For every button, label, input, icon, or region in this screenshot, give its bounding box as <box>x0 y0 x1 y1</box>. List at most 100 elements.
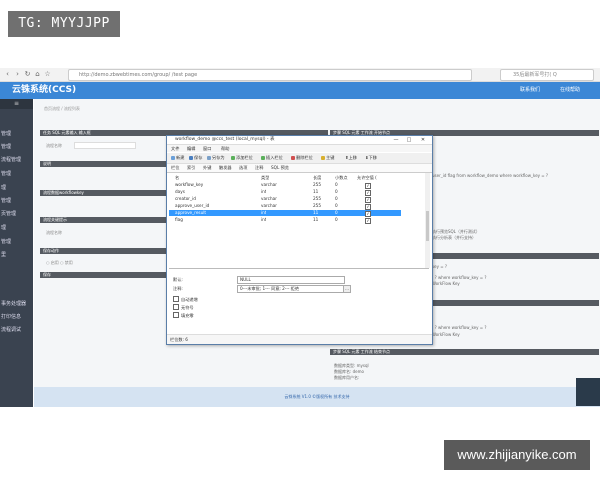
scroll-thumb[interactable] <box>426 211 429 241</box>
cell-type[interactable]: varchar <box>261 203 277 209</box>
maximize-icon[interactable]: □ <box>404 136 414 144</box>
cell-length[interactable]: 255 <box>313 182 321 188</box>
browser-search[interactable]: 35后最新军号打( Q <box>500 69 594 81</box>
table-row[interactable]: approve_result int 11 0 ✓ <box>169 210 401 217</box>
cell-type[interactable]: varchar <box>261 182 277 188</box>
move-up-button[interactable]: ⬆上移 <box>345 153 357 163</box>
cell-name[interactable]: approve_result <box>175 210 206 216</box>
cell-name[interactable]: days <box>175 189 185 195</box>
cell-length[interactable]: 11 <box>313 189 318 195</box>
menu-help[interactable]: 帮助 <box>221 145 229 152</box>
url-text: http://demo.zbwebtimes.com/group/ /test … <box>79 72 198 78</box>
column-header: 名 <box>175 175 180 180</box>
default-input[interactable]: NULL <box>237 276 345 284</box>
sidebar-item[interactable]: 里 <box>0 250 34 261</box>
cell-length[interactable]: 11 <box>313 210 318 216</box>
grid-scrollbar[interactable] <box>425 173 430 268</box>
sidebar-item[interactable]: 流程调试 <box>0 325 34 336</box>
comment-input[interactable]: 0---未审批; 1--- 同意; 2--- 拒绝 <box>237 285 345 293</box>
cell-type[interactable]: int <box>261 189 266 195</box>
home-icon[interactable]: ⌂ <box>33 70 42 79</box>
watermark-top: TG: MYYJJPP <box>8 11 120 37</box>
tab-sql-preview[interactable]: SQL 预览 <box>271 164 289 172</box>
add-field-button[interactable]: 添加栏位 <box>231 153 253 163</box>
menu-file[interactable]: 文件 <box>171 145 179 152</box>
save-as-button[interactable]: 另存为 <box>207 153 225 163</box>
close-icon[interactable]: ✕ <box>418 136 428 144</box>
sidebar-item[interactable]: 页管理 <box>0 209 34 220</box>
star-icon[interactable]: ☆ <box>43 70 52 79</box>
checkbox[interactable] <box>173 312 179 318</box>
cell-name[interactable]: creator_id <box>175 196 196 202</box>
table-row[interactable]: flag int 11 0 ✓ <box>169 217 401 224</box>
cell-length[interactable]: 255 <box>313 203 321 209</box>
sidebar-item[interactable]: 打印信息 <box>0 312 34 323</box>
cell-type[interactable]: varchar <box>261 196 277 202</box>
primary-key-button[interactable]: 主键 <box>321 153 334 163</box>
watermark-bottom: www.zhijianyike.com <box>444 440 590 470</box>
save-button[interactable]: 保存 <box>189 153 202 163</box>
cell-name[interactable]: approve_user_id <box>175 203 209 209</box>
reload-icon[interactable]: ↻ <box>23 70 32 79</box>
table-row[interactable]: workflow_key varchar 255 0 ✓ <box>169 182 401 189</box>
sidebar-item[interactable]: 理 <box>0 183 34 194</box>
sidebar-item[interactable]: 管理 <box>0 237 34 248</box>
tab-foreign-keys[interactable]: 外键 <box>203 164 211 172</box>
cell-decimals[interactable]: 0 <box>335 210 338 216</box>
new-button[interactable]: 新建 <box>171 153 184 163</box>
contact-link[interactable]: 联系我们 <box>520 82 540 99</box>
tab-options[interactable]: 选项 <box>239 164 247 172</box>
tab-triggers[interactable]: 触发器 <box>219 164 232 172</box>
dialog-titlebar[interactable]: workflow_demo @ccs_test (local_mysql) - … <box>167 136 432 145</box>
cell-decimals[interactable]: 0 <box>335 182 338 188</box>
move-down-button[interactable]: ⬇下移 <box>365 153 377 163</box>
cell-type[interactable]: int <box>261 210 266 216</box>
tab-comment[interactable]: 注释 <box>255 164 263 172</box>
delete-field-button[interactable]: 删除栏位 <box>291 153 313 163</box>
back-icon[interactable]: ‹ <box>3 70 12 79</box>
menu-window[interactable]: 窗口 <box>203 145 211 152</box>
cell-name[interactable]: flag <box>175 217 183 223</box>
sidebar-item[interactable]: 理 <box>0 223 34 234</box>
section-divider <box>432 300 599 306</box>
table-row[interactable]: days int 11 0 ✓ <box>169 189 401 196</box>
cell-decimals[interactable]: 0 <box>335 217 338 223</box>
minimize-icon[interactable]: — <box>391 136 401 144</box>
sidebar-item[interactable]: 事务处理器 <box>0 299 34 310</box>
checkbox-unsigned[interactable]: 无符号 <box>173 303 194 311</box>
checkbox[interactable] <box>173 296 179 302</box>
cell-decimals[interactable]: 0 <box>335 203 338 209</box>
checkbox[interactable] <box>173 304 179 310</box>
tab-fields[interactable]: 栏位 <box>171 164 179 172</box>
cell-length[interactable]: 11 <box>313 217 318 223</box>
sidebar-item[interactable]: 流程管理 <box>0 155 34 166</box>
cell-type[interactable]: int <box>261 217 266 223</box>
sidebar-toggle-icon[interactable]: ≡ <box>0 99 33 109</box>
divider <box>169 268 429 269</box>
sql-line: WorkFlow Key <box>432 281 460 286</box>
nullable-checkbox[interactable]: ✓ <box>365 218 371 224</box>
checkbox-auto-increment[interactable]: 自动递增 <box>173 295 198 303</box>
help-link[interactable]: 在线帮助 <box>560 82 580 99</box>
radio-group[interactable]: ○ 启用 ○ 禁用 <box>46 260 73 266</box>
menu-edit[interactable]: 编辑 <box>187 145 195 152</box>
table-row[interactable]: creator_id varchar 255 0 ✓ <box>169 196 401 203</box>
sidebar-item[interactable]: 管理 <box>0 129 34 140</box>
sidebar-item[interactable]: 管理 <box>0 169 34 180</box>
checkbox-zerofill[interactable]: 填充零 <box>173 311 194 319</box>
cell-name[interactable]: workflow_key <box>175 182 203 188</box>
process-name-input[interactable] <box>74 142 136 149</box>
address-bar[interactable]: http://demo.zbwebtimes.com/group/ /test … <box>68 69 472 81</box>
browser-toolbar: ‹ › ↻ ⌂ ☆ http://demo.zbwebtimes.com/gro… <box>0 68 600 82</box>
ellipsis-button[interactable]: … <box>343 285 351 293</box>
footer-text: 云铢系统 V1.0 ©版权所有 技术支持 <box>284 394 350 399</box>
sidebar-item[interactable]: 管理 <box>0 142 34 153</box>
cell-decimals[interactable]: 0 <box>335 196 338 202</box>
insert-field-button[interactable]: 插入栏位 <box>261 153 283 163</box>
cell-decimals[interactable]: 0 <box>335 189 338 195</box>
table-row[interactable]: approve_user_id varchar 255 0 ✓ <box>169 203 401 210</box>
cell-length[interactable]: 255 <box>313 196 321 202</box>
tab-indexes[interactable]: 索引 <box>187 164 195 172</box>
sidebar-item[interactable]: 管理 <box>0 196 34 207</box>
forward-icon[interactable]: › <box>13 70 22 79</box>
